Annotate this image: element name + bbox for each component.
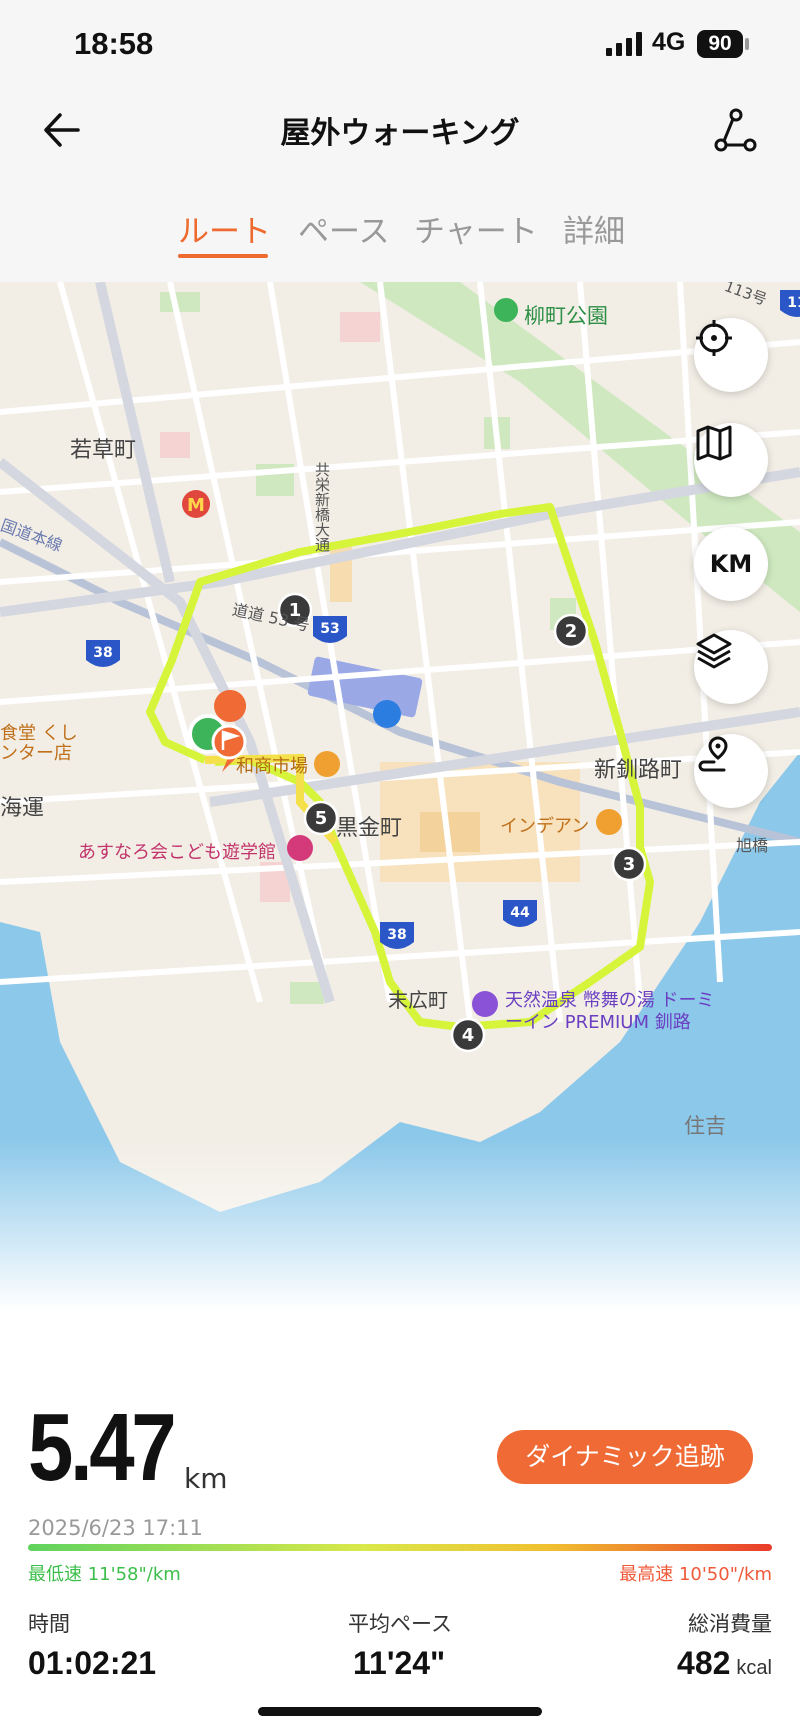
layers-icon — [696, 633, 732, 669]
map-label-market: 和商市場 — [236, 756, 308, 777]
park-pin — [494, 298, 518, 322]
page-title: 屋外ウォーキング — [280, 116, 520, 151]
map-icon — [696, 425, 732, 461]
map-label-onsen: 天然温泉 幣舞の湯 ドーミーイン PREMIUM 釧路 — [505, 990, 715, 1033]
split-label: 5 — [315, 808, 328, 829]
map-label-indian: インデアン — [500, 816, 590, 837]
shield-38a: 38 — [93, 645, 112, 661]
map-style-button[interactable] — [694, 423, 768, 497]
distance-unit: km — [184, 1462, 228, 1495]
status-bar: 18:58 4G 90 — [0, 0, 800, 90]
distance-value: 5.47 — [28, 1394, 177, 1501]
workout-datetime: 2025/6/23 17:11 — [28, 1516, 203, 1540]
home-indicator — [258, 1707, 542, 1716]
map-label-street: 共栄新橋大通 — [313, 462, 331, 552]
station-building — [307, 656, 423, 718]
stat-calories-value: 482 — [677, 1645, 731, 1681]
crosshair-icon — [696, 320, 732, 356]
dynamic-tracking-button[interactable]: ダイナミック追跡 — [497, 1430, 753, 1484]
layers-button[interactable] — [694, 630, 768, 704]
tab-details[interactable]: 詳細 — [563, 206, 625, 251]
map-label-kurokane: 黒金町 — [336, 816, 403, 841]
stat-time-value: 01:02:21 — [28, 1645, 157, 1681]
route-share-icon[interactable] — [710, 105, 760, 155]
unit-button[interactable]: KM — [694, 527, 768, 601]
stat-time-label: 時間 — [28, 1612, 70, 1636]
map-label-suehiro: 末広町 — [388, 988, 448, 1012]
shield-53: 53 — [320, 621, 339, 637]
shield-38b: 38 — [387, 927, 406, 943]
min-pace-label: 最低速 11'58"/km — [28, 1564, 181, 1585]
tab-pace[interactable]: ペース — [298, 206, 389, 251]
battery-cap — [745, 38, 749, 50]
map-label-kaiun: 海運 — [0, 796, 45, 821]
signal-icon — [606, 32, 642, 56]
split-label: 2 — [565, 621, 578, 642]
route-point-button[interactable] — [694, 734, 768, 808]
battery-icon: 90 — [697, 30, 743, 58]
market-pin — [314, 751, 340, 777]
tab-chart[interactable]: チャート — [414, 206, 538, 251]
map-label-sumiyoshi: 住吉 — [684, 1114, 726, 1138]
svg-text:M: M — [187, 495, 205, 516]
tab-bar: ルート ペース チャート 詳細 — [0, 206, 800, 262]
shield-11: 11 — [787, 295, 800, 311]
shield-44: 44 — [510, 905, 530, 921]
unit-label: KM — [709, 550, 753, 578]
map-label-kids: あすなろ会こども遊学館 — [78, 842, 276, 863]
tab-route[interactable]: ルート — [178, 206, 271, 251]
map-label-shokudo: 食堂 くし ンター店 — [0, 723, 78, 764]
locate-button[interactable] — [694, 318, 768, 392]
route-pin-icon — [698, 736, 728, 772]
map-fade — [0, 1140, 800, 1340]
stat-calories-unit: kcal — [736, 1657, 772, 1679]
restaurant-pin — [596, 809, 622, 835]
museum-pin — [287, 835, 313, 861]
map-label-wakakusa: 若草町 — [70, 438, 137, 463]
stat-calories-label: 総消費量 — [688, 1612, 772, 1636]
station-pin — [373, 700, 401, 728]
split-label: 3 — [623, 854, 636, 875]
stat-pace-label: 平均ペース — [348, 1612, 452, 1636]
hotel-pin — [472, 991, 498, 1017]
map-label-park: 柳町公園 — [524, 304, 608, 328]
stat-calories: 482 kcal — [677, 1645, 772, 1682]
map-label-shinkushiro: 新釧路町 — [594, 758, 683, 783]
status-time: 18:58 — [74, 26, 154, 61]
stat-pace-value: 11'24" — [353, 1645, 446, 1681]
pace-gradient-bar — [28, 1544, 772, 1551]
active-tab-indicator — [178, 254, 268, 258]
max-pace-label: 最高速 10'50"/km — [619, 1564, 772, 1585]
network-type: 4G — [652, 28, 686, 56]
map-label-asahi: 旭橋 — [736, 836, 769, 855]
split-label: 4 — [462, 1025, 475, 1046]
